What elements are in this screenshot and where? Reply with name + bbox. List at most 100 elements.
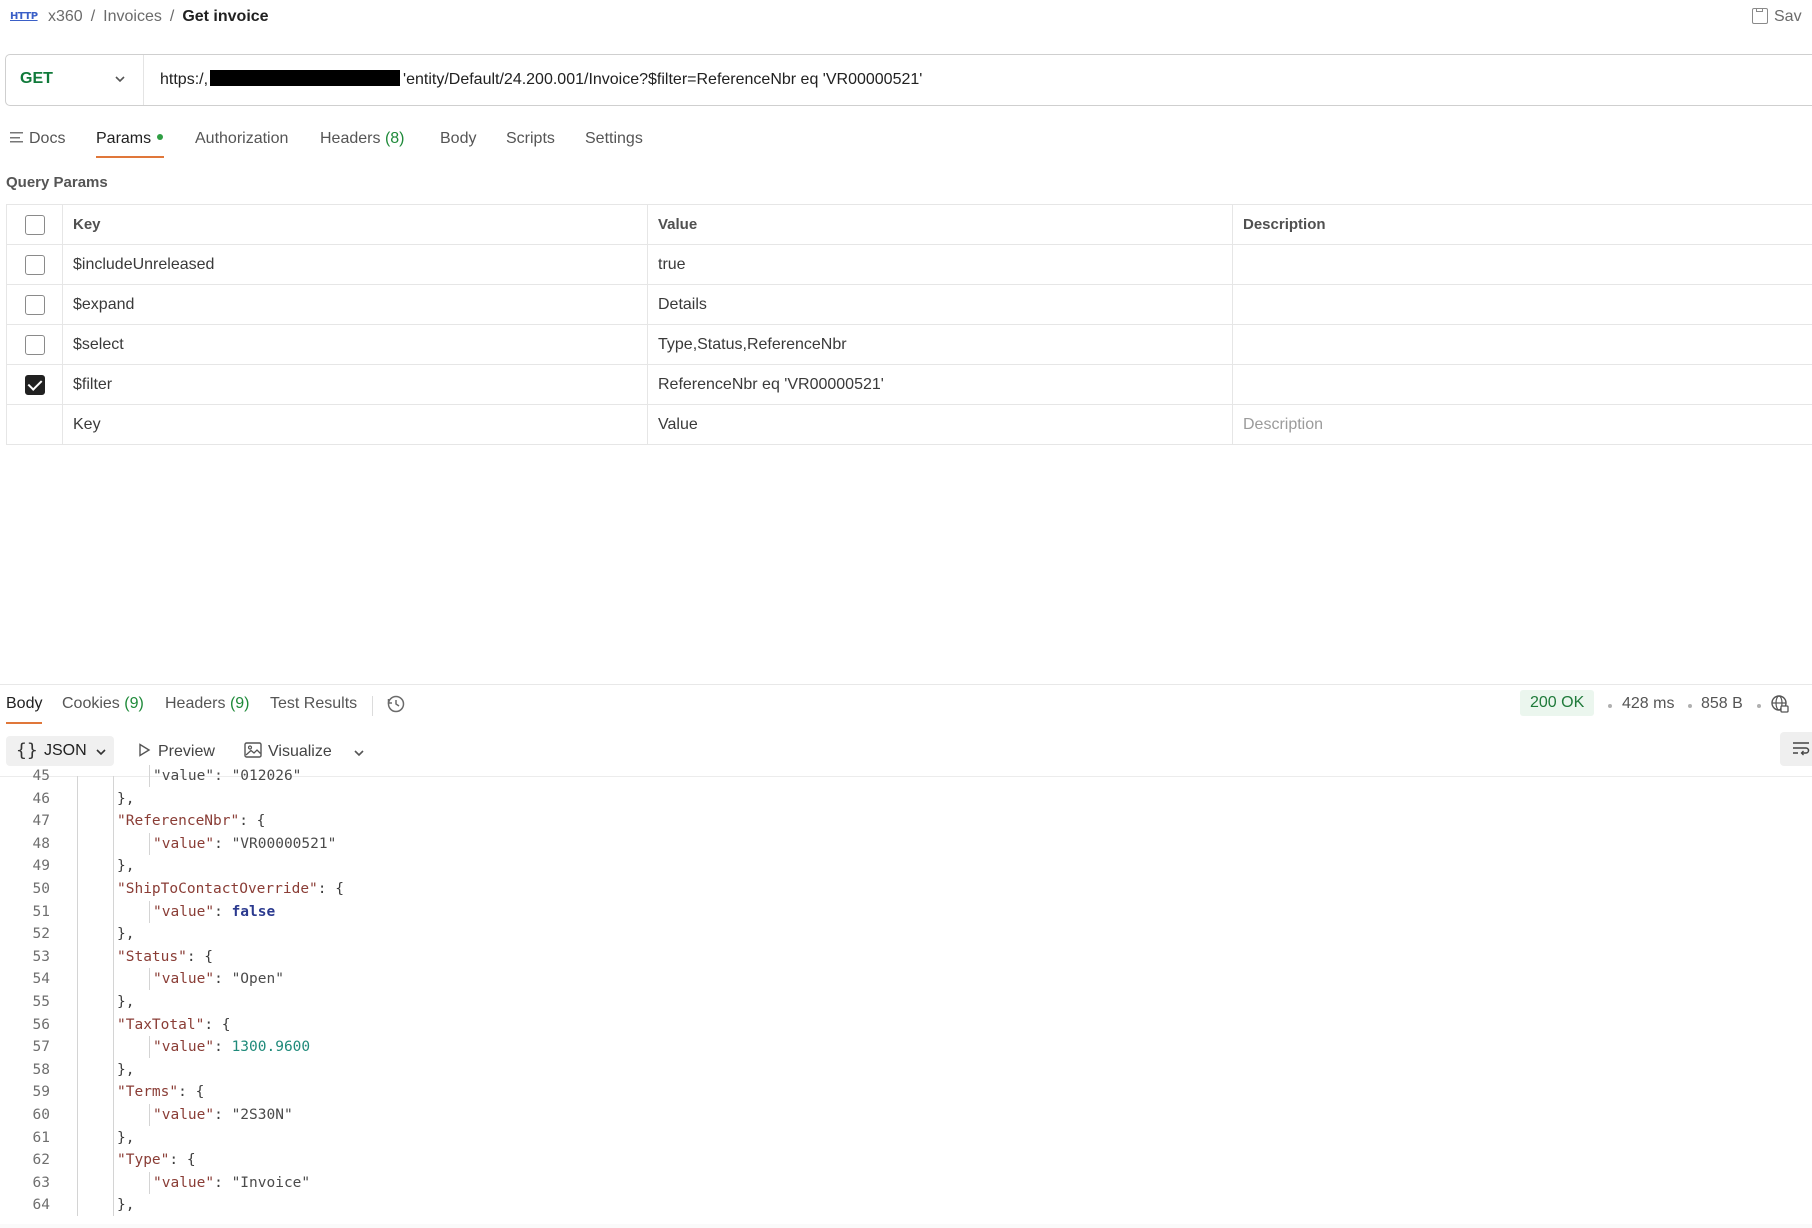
response-time[interactable]: 428 ms xyxy=(1622,695,1674,713)
param-checkbox[interactable] xyxy=(24,294,45,315)
code-token: false xyxy=(231,903,276,920)
history-icon[interactable] xyxy=(386,694,406,714)
code-line: 55}, xyxy=(0,991,1812,1013)
tab-scripts[interactable]: Scripts xyxy=(506,130,555,148)
param-checkbox[interactable] xyxy=(24,334,45,355)
new-param-value-input[interactable]: Value xyxy=(647,404,1233,445)
save-button[interactable]: Sav xyxy=(1752,4,1812,30)
chevron-down-icon xyxy=(115,76,125,83)
tab-docs-label: Docs xyxy=(29,130,66,147)
chevron-down-icon[interactable] xyxy=(352,746,366,760)
select-all-checkbox[interactable] xyxy=(24,214,45,235)
play-icon xyxy=(139,743,151,757)
redacted-host xyxy=(210,70,401,86)
tab-params[interactable]: Params xyxy=(96,130,164,148)
row-checkbox-cell xyxy=(6,404,63,445)
preview-button[interactable]: Preview xyxy=(136,742,215,761)
param-value[interactable]: true xyxy=(647,244,1233,285)
code-line: 64}, xyxy=(0,1194,1812,1215)
breadcrumb-item-collection[interactable]: Invoices xyxy=(103,8,162,25)
save-icon xyxy=(1752,8,1768,24)
active-tab-indicator xyxy=(96,156,164,158)
response-tab-cookies[interactable]: Cookies (9) xyxy=(62,695,144,713)
code-token: "Status" xyxy=(117,948,187,965)
param-value[interactable]: ReferenceNbr eq 'VR00000521' xyxy=(647,364,1233,405)
param-key[interactable]: $includeUnreleased xyxy=(62,244,648,285)
tab-headers[interactable]: Headers (8) xyxy=(320,130,405,148)
new-param-description-input[interactable]: Description xyxy=(1232,404,1812,445)
tab-docs[interactable]: Docs xyxy=(10,130,65,148)
url-input[interactable]: https:/, 'entity/Default/24.200.001/Invoi… xyxy=(160,70,922,89)
code-text: "value": false xyxy=(153,901,275,923)
line-number: 53 xyxy=(32,948,50,965)
response-tab-headers-count: (9) xyxy=(229,695,250,712)
request-title[interactable]: Get invoice xyxy=(182,8,268,25)
param-value[interactable]: Type,Status,ReferenceNbr xyxy=(647,324,1233,365)
code-token: "value" xyxy=(153,835,215,852)
code-token: "value" xyxy=(153,1174,215,1191)
indent-guide xyxy=(149,1036,150,1059)
line-number: 51 xyxy=(32,903,50,920)
separator-dot xyxy=(1688,704,1692,708)
code-line: 46}, xyxy=(0,788,1812,810)
method-select[interactable]: GET xyxy=(6,55,144,105)
line-number: 63 xyxy=(32,1174,50,1191)
code-token: }, xyxy=(117,790,135,807)
response-active-tab-indicator xyxy=(6,722,42,724)
param-key[interactable]: $filter xyxy=(62,364,648,405)
param-description[interactable] xyxy=(1232,244,1812,285)
line-number: 50 xyxy=(32,881,50,897)
indent-guide xyxy=(149,1171,150,1194)
indent-guide xyxy=(149,765,150,787)
param-value[interactable]: Details xyxy=(647,284,1233,325)
code-text: }, xyxy=(117,1194,134,1215)
line-number: 64 xyxy=(32,1197,50,1214)
code-text: "Status": { xyxy=(117,946,213,968)
row-checkbox-cell xyxy=(6,324,63,365)
line-number: 47 xyxy=(32,813,50,830)
status-badge[interactable]: 200 OK xyxy=(1520,690,1595,716)
response-body-editor[interactable]: 45 "value": "012026" 46}, 47 "ReferenceNbr":… xyxy=(0,765,1812,1215)
tab-authorization[interactable]: Authorization xyxy=(195,130,288,148)
wrap-lines-button[interactable] xyxy=(1780,732,1812,766)
editor-bottom xyxy=(0,1224,1812,1228)
code-token: : { xyxy=(169,1152,196,1169)
code-token: }, xyxy=(117,1061,135,1078)
code-line: 47 "ReferenceNbr": { xyxy=(0,810,1812,832)
tab-settings[interactable]: Settings xyxy=(585,130,643,148)
code-line: 63 "value": "Invoice" xyxy=(0,1171,1812,1194)
param-description[interactable] xyxy=(1232,324,1812,365)
breadcrumb-item-workspace[interactable]: x360 xyxy=(48,8,83,25)
response-size[interactable]: 858 B xyxy=(1701,695,1743,713)
visualize-button[interactable]: Visualize xyxy=(244,742,332,761)
code-text: }, xyxy=(117,855,134,877)
globe-lock-icon[interactable] xyxy=(1770,694,1790,714)
code-text: "ShipToContactOverride": { xyxy=(117,878,344,900)
format-select[interactable]: {} JSON xyxy=(6,736,114,766)
table-row: $expand Details xyxy=(6,284,1812,325)
table-header-row: Key Value Description xyxy=(6,204,1812,245)
code-token: : xyxy=(214,1174,232,1191)
response-tab-headers[interactable]: Headers (9) xyxy=(165,695,250,713)
code-text: }, xyxy=(117,1127,134,1149)
line-number: 59 xyxy=(32,1084,50,1101)
param-description[interactable] xyxy=(1232,284,1812,325)
code-text: "value": 1300.9600 xyxy=(153,1036,310,1058)
code-line: 50 "ShipToContactOverride": { xyxy=(0,878,1812,900)
separator-dot xyxy=(1608,704,1612,708)
response-tab-body[interactable]: Body xyxy=(6,695,42,713)
new-param-key-input[interactable]: Key xyxy=(62,404,648,445)
response-tab-test-results[interactable]: Test Results xyxy=(270,695,357,713)
image-icon xyxy=(244,742,262,758)
param-description[interactable] xyxy=(1232,364,1812,405)
param-checkbox[interactable] xyxy=(24,254,45,275)
code-token: "Invoice" xyxy=(231,1174,311,1191)
column-header-key: Key xyxy=(62,204,648,245)
code-token: "TaxTotal" xyxy=(117,1016,205,1033)
param-key[interactable]: $expand xyxy=(62,284,648,325)
param-checkbox-checked[interactable] xyxy=(24,374,45,395)
save-button-label: Sav xyxy=(1774,8,1802,25)
tab-body[interactable]: Body xyxy=(440,130,476,148)
param-key[interactable]: $select xyxy=(62,324,648,365)
separator-dot xyxy=(1757,704,1761,708)
